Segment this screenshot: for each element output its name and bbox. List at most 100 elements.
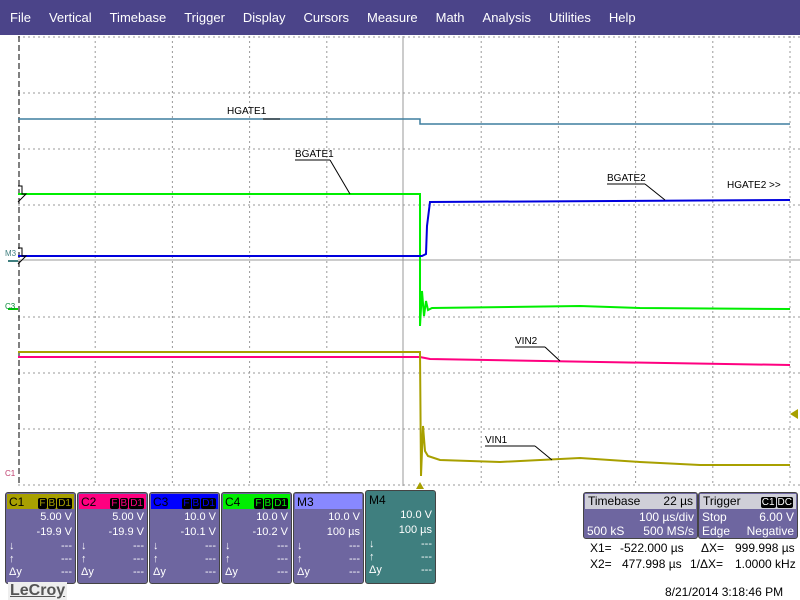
up-symbol: ↑ — [369, 551, 375, 563]
channel-tag: D1 — [201, 497, 216, 509]
x1-value: -522.000 µs — [620, 541, 684, 555]
timebase-samples: 500 kS — [587, 524, 625, 538]
up-value: --- — [421, 551, 432, 563]
channel-tag: B — [191, 497, 201, 509]
menu-utilities[interactable]: Utilities — [539, 10, 599, 25]
channel-c3-panel[interactable]: C3 F B D1 10.0 V -10.1 V ↓ --- ↑ --- Δy --- — [149, 492, 220, 584]
label-hgate2: HGATE2 >> — [727, 180, 781, 191]
dy-symbol: Δy — [9, 566, 22, 578]
channel-tag: F — [110, 497, 119, 509]
menu-vertical[interactable]: Vertical — [39, 10, 100, 25]
label-hgate1: HGATE1 — [227, 106, 267, 117]
lecroy-logo: LeCroy — [8, 582, 68, 600]
channel-scale: 5.00 V — [40, 511, 72, 523]
trace-bgate2 — [18, 199, 791, 257]
up-value: --- — [277, 553, 288, 565]
x1-label: X1= — [590, 541, 612, 555]
channel-tag: D1 — [273, 497, 288, 509]
channel-tag: B — [263, 497, 273, 509]
vin2-leader — [544, 346, 561, 362]
down-symbol: ↓ — [297, 540, 303, 552]
down-value: --- — [421, 538, 432, 550]
dy-symbol: Δy — [153, 566, 166, 578]
timebase-delay: 22 µs — [663, 494, 693, 508]
channel-scale: 10.0 V — [184, 511, 216, 523]
inv-dx-label: 1/ΔX= — [690, 557, 724, 571]
menu-cursors[interactable]: Cursors — [294, 10, 358, 25]
channel-c2-panel[interactable]: C2 F B D1 5.00 V -19.9 V ↓ --- ↑ --- Δy --- — [77, 492, 148, 584]
channel-up-row: ↑ --- — [78, 553, 147, 566]
up-symbol: ↑ — [225, 553, 231, 565]
channel-name: C2 — [81, 494, 97, 509]
trigger-mode: Stop — [702, 510, 727, 524]
trigger-position-marker — [416, 482, 424, 489]
channel-m3-panel[interactable]: M3 10.0 V 100 µs ↓ --- ↑ --- Δy --- — [293, 492, 364, 584]
dy-symbol: Δy — [225, 566, 238, 578]
channel-tag: B — [47, 497, 57, 509]
dy-value: --- — [349, 566, 360, 578]
menu-measure[interactable]: Measure — [357, 10, 426, 25]
channel-dy-row: Δy --- — [78, 566, 147, 579]
trigger-panel[interactable]: Trigger C1 DC Stop 6.00 V Edge Negative — [698, 492, 798, 539]
channel-c1-panel[interactable]: C1 F B D1 5.00 V -19.9 V ↓ --- ↑ --- Δy --- — [5, 492, 76, 584]
channel-m4-panel[interactable]: M4 10.0 V 100 µs ↓ --- ↑ --- Δy --- — [365, 490, 436, 584]
dx-label: ΔX= — [701, 541, 725, 555]
label-vin1: VIN1 — [485, 435, 508, 446]
dy-value: --- — [133, 566, 144, 578]
channel-scale: 10.0 V — [328, 511, 360, 523]
dy-value: --- — [421, 564, 432, 576]
waveform-display[interactable] — [0, 36, 800, 492]
trigger-source: C1 — [760, 497, 776, 508]
down-symbol: ↓ — [9, 540, 15, 552]
up-value: --- — [349, 553, 360, 565]
dy-value: --- — [61, 566, 72, 578]
menu-display[interactable]: Display — [233, 10, 294, 25]
channel-down-row: ↓ --- — [6, 540, 75, 553]
channel-name: C4 — [225, 494, 241, 509]
channel-tag: D1 — [57, 497, 72, 509]
trace-hgate1 — [18, 118, 790, 125]
channel-dy-row: Δy --- — [294, 566, 363, 579]
channel-up-row: ↑ --- — [222, 553, 291, 566]
down-symbol: ↓ — [225, 540, 231, 552]
channel-offset: -10.1 V — [180, 526, 216, 538]
channel-c4-panel[interactable]: C4 F B D1 10.0 V -10.2 V ↓ --- ↑ --- Δy --- — [221, 492, 292, 584]
menu-file[interactable]: File — [0, 10, 39, 25]
down-value: --- — [61, 540, 72, 552]
channel-down-row: ↓ --- — [78, 540, 147, 553]
down-value: --- — [205, 540, 216, 552]
trigger-slope: Negative — [746, 524, 794, 538]
label-vin2: VIN2 — [515, 336, 538, 347]
vin1-leader — [534, 445, 553, 461]
channel-down-row: ↓ --- — [222, 540, 291, 553]
channel-down-row: ↓ --- — [366, 538, 435, 551]
inv-dx-value: 1.0000 kHz — [735, 557, 796, 571]
channel-scale: 5.00 V — [112, 511, 144, 523]
menu-bar: File Vertical Timebase Trigger Display C… — [0, 0, 800, 35]
menu-timebase[interactable]: Timebase — [100, 10, 175, 25]
timebase-per-div: 100 µs/div — [639, 510, 694, 524]
menu-help[interactable]: Help — [599, 10, 644, 25]
channel-up-row: ↑ --- — [150, 553, 219, 566]
channel-dy-row: Δy --- — [366, 564, 435, 577]
up-symbol: ↑ — [153, 553, 159, 565]
dy-symbol: Δy — [81, 566, 94, 578]
channel-up-row: ↑ --- — [294, 553, 363, 566]
menu-analysis[interactable]: Analysis — [473, 10, 539, 25]
menu-math[interactable]: Math — [426, 10, 473, 25]
channel-tag: B — [119, 497, 129, 509]
channel-down-row: ↓ --- — [294, 540, 363, 553]
channel-name: M3 — [297, 494, 314, 509]
channel-tag: F — [38, 497, 47, 509]
dy-symbol: Δy — [369, 564, 382, 576]
trigger-title: Trigger — [703, 494, 741, 508]
channel-tag: F — [254, 497, 263, 509]
graticule — [18, 36, 800, 486]
channel-down-row: ↓ --- — [150, 540, 219, 553]
timebase-panel[interactable]: Timebase 22 µs 100 µs/div 500 kS 500 MS/s — [583, 492, 698, 539]
channel-dy-row: Δy --- — [150, 566, 219, 579]
marker-c3: C3 — [5, 302, 16, 311]
menu-trigger[interactable]: Trigger — [174, 10, 233, 25]
timebase-rate: 500 MS/s — [643, 524, 694, 538]
channel-offset: 100 µs — [398, 524, 432, 536]
